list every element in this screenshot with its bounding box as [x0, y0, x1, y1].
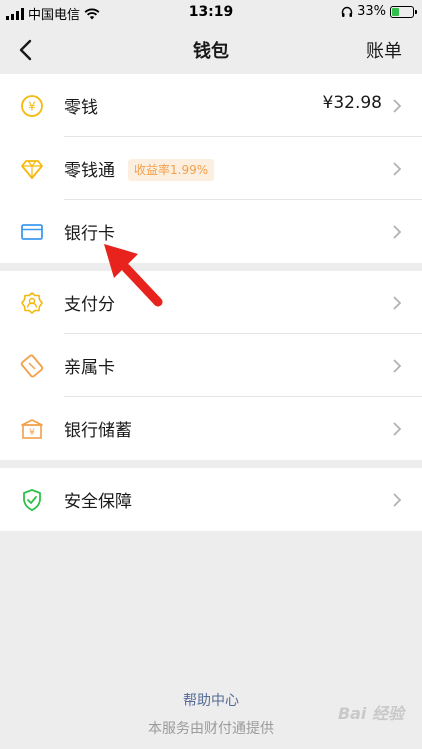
chevron-right-icon — [393, 162, 402, 176]
bank-card-icon — [21, 224, 43, 240]
annotation-arrow-icon — [104, 244, 163, 307]
list-item-label: 亲属卡 — [64, 358, 115, 378]
shield-icon — [23, 489, 41, 511]
chevron-right-icon — [393, 493, 402, 507]
chevron-right-icon — [393, 99, 402, 113]
list-item-bank-savings[interactable]: ¥ 银行储蓄 — [0, 397, 422, 460]
nav-bar: 钱包 账单 — [0, 26, 422, 74]
status-right: 33% — [341, 4, 417, 19]
list-item-label: 安全保障 — [64, 492, 132, 512]
diamond-icon — [21, 160, 43, 179]
yield-badge: 收益率1.99% — [128, 159, 215, 181]
chevron-right-icon — [393, 225, 402, 239]
list-item-bank-card[interactable]: 银行卡 — [0, 200, 422, 263]
list-item-label: 零钱 — [64, 98, 98, 118]
list-item-change[interactable]: ¥ 零钱 ¥32.98 — [0, 74, 422, 137]
battery-percent: 33% — [357, 4, 386, 19]
bill-button[interactable]: 账单 — [366, 37, 402, 63]
list-item-security[interactable]: 安全保障 — [0, 468, 422, 531]
chevron-right-icon — [393, 422, 402, 436]
chevron-right-icon — [393, 359, 402, 373]
family-card-icon — [20, 354, 44, 378]
coin-icon: ¥ — [21, 95, 43, 117]
chevron-right-icon — [393, 296, 402, 310]
status-bar: 中国电信 13:19 33% — [0, 0, 422, 26]
list-item-family-card[interactable]: 亲属卡 — [0, 334, 422, 397]
list-item-label: 零钱通 — [64, 161, 115, 181]
list-item-credit-score[interactable]: 支付分 — [0, 271, 422, 334]
wallet-group-1: ¥ 零钱 ¥32.98 零钱通 收益率1.99% 银行卡 — [0, 74, 422, 263]
list-item-label: 银行储蓄 — [64, 421, 132, 441]
wallet-group-2: 支付分 亲属卡 ¥ 银行储蓄 — [0, 271, 422, 460]
watermark: Bai 经验 — [337, 704, 404, 723]
credit-score-icon — [21, 292, 43, 314]
svg-text:¥: ¥ — [28, 100, 36, 114]
balance-amount: ¥32.98 — [322, 93, 382, 113]
savings-icon: ¥ — [21, 419, 43, 439]
wallet-group-3: 安全保障 — [0, 468, 422, 531]
headphones-icon — [341, 6, 353, 17]
svg-text:¥: ¥ — [29, 428, 35, 438]
page-title: 钱包 — [193, 41, 229, 62]
list-item-lingqiantong[interactable]: 零钱通 收益率1.99% — [0, 137, 422, 200]
battery-icon — [390, 5, 417, 18]
